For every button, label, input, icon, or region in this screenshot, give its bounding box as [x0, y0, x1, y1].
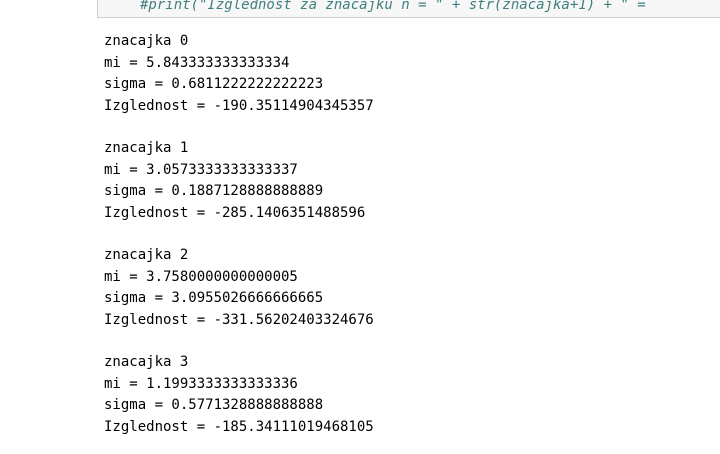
cell-output-area: znacajka 0 mi = 5.843333333333334 sigma … [104, 31, 704, 454]
mi-value: mi = 5.843333333333334 [104, 54, 290, 71]
mi-value: mi = 3.0573333333333337 [104, 161, 298, 178]
code-comment-line: #print("Izglednost za znacajku n = " + s… [140, 0, 655, 13]
output-block-znacajka-1: znacajka 1 mi = 3.0573333333333337 sigma… [104, 138, 704, 224]
izglednost-value: Izglednost = -190.35114904345357 [104, 97, 374, 114]
znacajka-heading: znacajka 3 [104, 354, 189, 370]
output-block-znacajka-0: znacajka 0 mi = 5.843333333333334 sigma … [104, 31, 704, 117]
izglednost-value: Izglednost = -185.34111019468105 [104, 418, 374, 435]
izglednost-value: Izglednost = -331.56202403324676 [104, 311, 374, 328]
znacajka-heading: znacajka 2 [104, 247, 189, 263]
code-cell-input[interactable]: #print("Izglednost za znacajku n = " + s… [97, 0, 720, 18]
sigma-value: sigma = 0.1887128888888889 [104, 183, 324, 199]
sigma-value: sigma = 3.0955026666666665 [104, 290, 324, 306]
znacajka-heading: znacajka 1 [104, 140, 189, 156]
output-block-znacajka-3: znacajka 3 mi = 1.1993333333333336 sigma… [104, 352, 704, 438]
output-block-znacajka-2: znacajka 2 mi = 3.7580000000000005 sigma… [104, 245, 704, 331]
znacajka-heading: znacajka 0 [104, 33, 189, 49]
mi-value: mi = 1.1993333333333336 [104, 375, 298, 392]
izglednost-value: Izglednost = -285.1406351488596 [104, 204, 366, 221]
sigma-value: sigma = 0.6811222222222223 [104, 76, 324, 92]
mi-value: mi = 3.7580000000000005 [104, 268, 298, 285]
sigma-value: sigma = 0.5771328888888888 [104, 397, 324, 413]
